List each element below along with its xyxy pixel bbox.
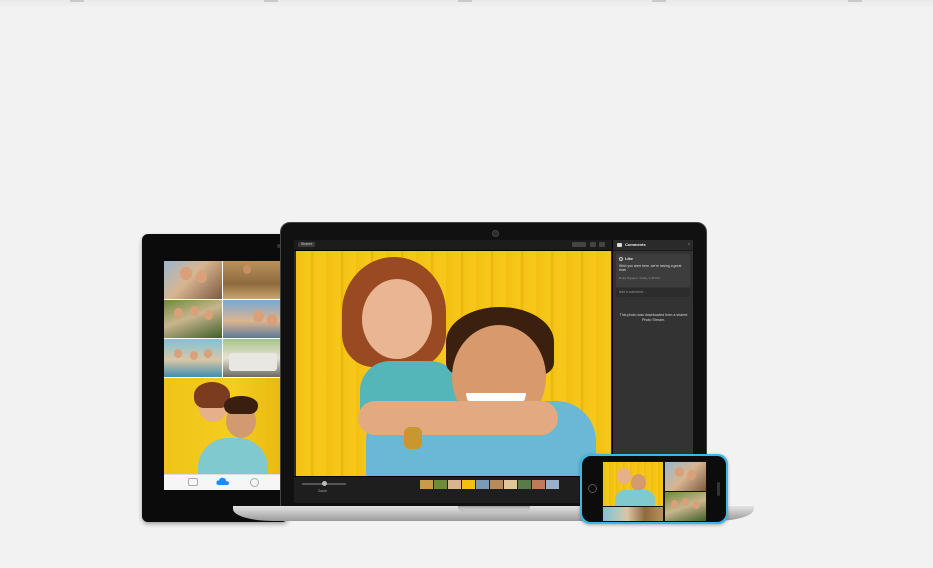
- photo-thumbnail[interactable]: [164, 339, 222, 377]
- add-comment-placeholder: Add a comment...: [619, 290, 646, 294]
- ipad-tab-bar: [164, 474, 281, 490]
- add-comment-field[interactable]: Add a comment...: [616, 288, 690, 297]
- comment-text: Wish you were here, we're having a great…: [619, 264, 682, 273]
- girl-face: [362, 279, 432, 359]
- nav-divider: [264, 0, 278, 2]
- like-icon[interactable]: [619, 257, 623, 261]
- photos-tab-icon[interactable]: [188, 478, 198, 486]
- bottom-toolbar: Zoom: [294, 476, 612, 503]
- close-icon[interactable]: ×: [688, 241, 690, 246]
- main-photo[interactable]: [296, 251, 611, 476]
- like-button[interactable]: Like: [625, 256, 633, 261]
- comments-title: Comments: [625, 242, 646, 247]
- filmstrip-thumb[interactable]: [434, 480, 447, 489]
- home-button[interactable]: [588, 484, 597, 493]
- zoom-slider-knob[interactable]: [322, 481, 327, 486]
- shared-back-button[interactable]: Shared: [298, 242, 316, 247]
- iphone-device: [580, 454, 728, 524]
- photo-thumbnail[interactable]: [223, 339, 281, 377]
- comment-card: Like Wish you were here, we're having a …: [616, 254, 690, 287]
- nav-divider: [848, 0, 862, 2]
- nav-divider: [458, 0, 472, 2]
- filmstrip-thumb[interactable]: [420, 480, 433, 489]
- girl-arms: [358, 401, 558, 435]
- photo-thumbnail[interactable]: [164, 300, 222, 338]
- view-control[interactable]: [572, 242, 586, 247]
- photo-thumbnail[interactable]: [665, 492, 706, 521]
- speech-bubble-icon: [617, 243, 622, 247]
- photo-thumbnail[interactable]: [665, 462, 706, 491]
- ipad-screen: [164, 261, 281, 490]
- photo-thumbnail[interactable]: [223, 300, 281, 338]
- iphone-speaker: [717, 482, 720, 496]
- photo-thumbnail[interactable]: [164, 261, 222, 299]
- info-button[interactable]: [599, 242, 605, 247]
- iphone-screen: [602, 461, 707, 521]
- filmstrip-thumb[interactable]: [462, 480, 475, 489]
- filmstrip-thumb[interactable]: [448, 480, 461, 489]
- macbook-lid-notch: [458, 506, 530, 512]
- filmstrip-thumb[interactable]: [518, 480, 531, 489]
- icloud-shared-icon[interactable]: [216, 477, 230, 486]
- photo-stream-note: This photo was downloaded from a shared …: [619, 313, 688, 322]
- iphoto-toolbar: Shared: [294, 240, 612, 251]
- macbook-camera: [492, 230, 499, 237]
- bracelets: [404, 427, 422, 449]
- iphone-front: [582, 456, 726, 522]
- comments-header: Comments ×: [613, 240, 693, 251]
- comment-meta: Emily Nguyen, Today, 9:45 PM: [619, 276, 660, 280]
- photo-thumbnail[interactable]: [223, 261, 281, 299]
- top-navigation-strip: [0, 0, 933, 8]
- filmstrip-thumb[interactable]: [546, 480, 559, 489]
- filmstrip-thumb[interactable]: [532, 480, 545, 489]
- nav-divider: [652, 0, 666, 2]
- fullscreen-button[interactable]: [590, 242, 596, 247]
- nav-divider: [70, 0, 84, 2]
- photo-grid: [164, 261, 281, 377]
- albums-tab-icon[interactable]: [250, 478, 259, 487]
- zoom-label: Zoom: [318, 489, 327, 493]
- filmstrip-thumb[interactable]: [476, 480, 489, 489]
- ipad-device: [142, 234, 288, 522]
- photo-thumbnail[interactable]: [603, 507, 663, 521]
- filmstrip-thumb[interactable]: [504, 480, 517, 489]
- photo-thumbnail[interactable]: [603, 462, 663, 506]
- filmstrip-thumb[interactable]: [490, 480, 503, 489]
- filmstrip: [420, 480, 559, 489]
